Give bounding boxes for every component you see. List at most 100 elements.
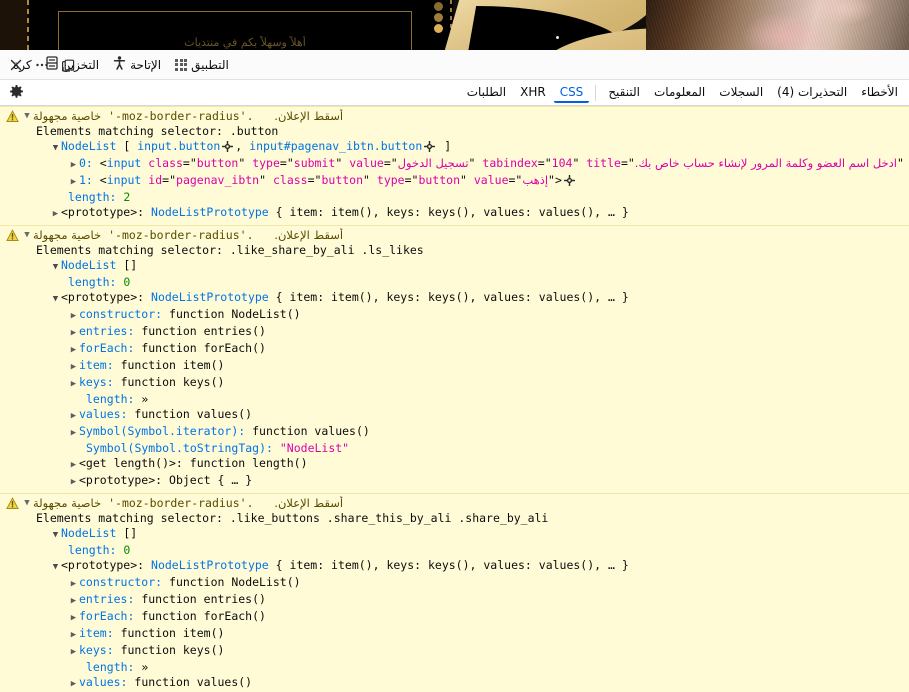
nodelist-row[interactable]: ▼ NodeList [] [0, 526, 909, 543]
filter-info[interactable]: المعلومات [648, 83, 711, 103]
filter-errors[interactable]: الأخطاء [855, 83, 904, 103]
nodelist-label: NodeList [61, 258, 117, 272]
filter-warnings[interactable]: التحذيرات (4) [771, 83, 853, 103]
warning-expand-twisty[interactable]: ▼ [21, 109, 33, 123]
member-value: function NodeList() [169, 307, 301, 321]
inspect-target-icon[interactable] [424, 141, 436, 152]
prototype-member-row[interactable]: ▶ <get length()>: function length() [0, 456, 909, 473]
prototype-member-row[interactable]: ▶ keys: function keys() [0, 643, 909, 660]
entry-twisty[interactable]: ▶ [68, 158, 79, 173]
warning-text: خاصية مجهولة '-moz-border-radius'. أُسقط… [33, 109, 909, 124]
prototype-member-row[interactable]: ▶ entries: function entries() [0, 324, 909, 341]
entry-twisty[interactable]: ▶ [68, 175, 79, 190]
nodelist-twisty[interactable]: ▼ [50, 528, 61, 543]
member-key: Symbol(Symbol.toStringTag): [86, 441, 273, 455]
prototype-twisty[interactable]: ▼ [50, 292, 61, 307]
attr-name: title [586, 156, 621, 170]
attr-value: 104 [551, 156, 573, 170]
member-twisty[interactable]: ▶ [68, 458, 79, 473]
console-warning-message[interactable]: ▼ خاصية مجهولة '-moz-border-radius'. أُس… [0, 494, 909, 692]
member-twisty[interactable]: ▶ [68, 426, 79, 441]
attr-value: submit [293, 156, 336, 170]
dock-position-icon[interactable] [56, 53, 80, 77]
gear-icon[interactable] [4, 82, 28, 104]
member-value: function item() [120, 626, 225, 640]
filter-logs[interactable]: السجلات [713, 83, 769, 103]
entry-index: 0: [79, 156, 93, 170]
more-options-icon[interactable] [30, 53, 54, 77]
nodelist-row[interactable]: ▼ NodeList [ input.button , input#pagenav… [0, 139, 909, 156]
prototype-row[interactable]: ▼ <prototype>: NodeListPrototype { item: … [0, 558, 909, 575]
nodelist-entry-row[interactable]: ▶ 1: <input id="pagenav_ibtn" class="butt… [0, 173, 909, 190]
member-twisty[interactable]: ▶ [68, 360, 79, 375]
filter-debug[interactable]: التنقيح [602, 83, 646, 103]
nodelist-entry-row[interactable]: ▶ 0: <input class="button" type="submit" … [0, 156, 909, 173]
member-twisty[interactable]: ▶ [68, 611, 79, 626]
warning-suffix: أُسقط الإعلان. [274, 496, 344, 510]
attr-name: value [349, 156, 384, 170]
member-twisty[interactable]: ▶ [68, 309, 79, 324]
warning-prefix: خاصية مجهولة [33, 109, 102, 123]
member-twisty[interactable]: ▶ [68, 645, 79, 660]
warning-expand-twisty[interactable]: ▼ [21, 496, 33, 510]
member-twisty[interactable]: ▶ [68, 475, 79, 490]
prototype-member-row[interactable]: ▶ item: function item() [0, 626, 909, 643]
nodelist-preview-item-0[interactable]: input.button [137, 139, 220, 153]
prototype-row[interactable]: ▼ <prototype>: NodeListPrototype { item: … [0, 290, 909, 307]
prototype-member-row[interactable]: ▶ values: function values() [0, 407, 909, 424]
nodelist-length-row: length: 2 [0, 190, 909, 205]
filter-xhr[interactable]: XHR [514, 83, 552, 103]
prototype-twisty[interactable]: ▶ [50, 207, 61, 222]
console-warning-message[interactable]: ▼ خاصية مجهولة '-moz-border-radius'. أُس… [0, 106, 909, 226]
warning-expand-twisty[interactable]: ▼ [21, 228, 33, 242]
prototype-member-row[interactable]: ▶ forEach: function forEach() [0, 609, 909, 626]
nodelist-preview-item-1[interactable]: input#pagenav_ibtn.button [249, 139, 422, 153]
nodelist-bracket-open: [ [123, 139, 131, 153]
prototype-member-row[interactable]: ▶ keys: function keys() [0, 375, 909, 392]
prototype-twisty[interactable]: ▼ [50, 560, 61, 575]
console-warning-message[interactable]: ▼ خاصية مجهولة '-moz-border-radius'. أُس… [0, 226, 909, 494]
warning-header-row[interactable]: ▼ خاصية مجهولة '-moz-border-radius'. أُس… [0, 496, 909, 511]
inspect-target-icon[interactable] [222, 141, 234, 152]
member-value: "NodeList" [279, 441, 350, 455]
prototype-member-row[interactable]: ▶ Symbol(Symbol.iterator): function value… [0, 424, 909, 441]
close-devtools-button[interactable] [4, 53, 28, 77]
tab-accessibility[interactable]: الإتاحة [108, 54, 166, 75]
prototype-label: <prototype>: [61, 290, 145, 304]
member-twisty[interactable]: ▶ [68, 677, 79, 692]
member-twisty[interactable]: ▶ [68, 628, 79, 643]
prototype-member-row[interactable]: ▶ constructor: function NodeList() [0, 307, 909, 324]
warning-header-row[interactable]: ▼ خاصية مجهولة '-moz-border-radius'. أُس… [0, 109, 909, 124]
warning-header-row[interactable]: ▼ خاصية مجهولة '-moz-border-radius'. أُس… [0, 228, 909, 243]
attr-name: tabindex [482, 156, 538, 170]
warning-prefix: خاصية مجهولة [33, 228, 102, 242]
inspect-target-icon[interactable] [563, 175, 575, 186]
member-twisty[interactable]: ▶ [68, 377, 79, 392]
console-filter-bar: الأخطاء التحذيرات (4) السجلات المعلومات … [0, 80, 909, 106]
prototype-member-row[interactable]: ▶ values: function values() [0, 675, 909, 692]
prototype-member-row[interactable]: ▶ entries: function entries() [0, 592, 909, 609]
prototype-member-row[interactable]: ▶ <prototype>: Object { … } [0, 473, 909, 490]
nodelist-twisty[interactable]: ▼ [50, 141, 61, 156]
member-twisty[interactable]: ▶ [68, 409, 79, 424]
member-key: entries: [79, 324, 135, 338]
prototype-row[interactable]: ▶ <prototype>: NodeListPrototype { item: … [0, 205, 909, 222]
member-twisty[interactable]: ▶ [68, 577, 79, 592]
attr-name: class [148, 156, 183, 170]
member-twisty[interactable]: ▶ [68, 326, 79, 341]
filter-requests[interactable]: الطلبات [461, 83, 512, 103]
prototype-member-row[interactable]: ▶ forEach: function forEach() [0, 341, 909, 358]
filter-css[interactable]: CSS [553, 83, 590, 103]
prototype-preview: { item: item(), keys: keys(), values: va… [275, 205, 629, 219]
member-value: function NodeList() [169, 575, 301, 589]
member-twisty[interactable]: ▶ [68, 594, 79, 609]
prototype-member-row[interactable]: ▶ constructor: function NodeList() [0, 575, 909, 592]
prototype-member-row[interactable]: ▶ item: function item() [0, 358, 909, 375]
nodelist-row[interactable]: ▼ NodeList [] [0, 258, 909, 275]
console-output-panel[interactable]: ▼ خاصية مجهولة '-moz-border-radius'. أُس… [0, 106, 909, 692]
tab-application[interactable]: التطبيق [170, 56, 234, 74]
nodelist-twisty[interactable]: ▼ [50, 260, 61, 275]
member-twisty[interactable]: ▶ [68, 343, 79, 358]
member-key: item: [79, 626, 114, 640]
prototype-member-row: Symbol(Symbol.toStringTag): "NodeList" [0, 441, 909, 456]
